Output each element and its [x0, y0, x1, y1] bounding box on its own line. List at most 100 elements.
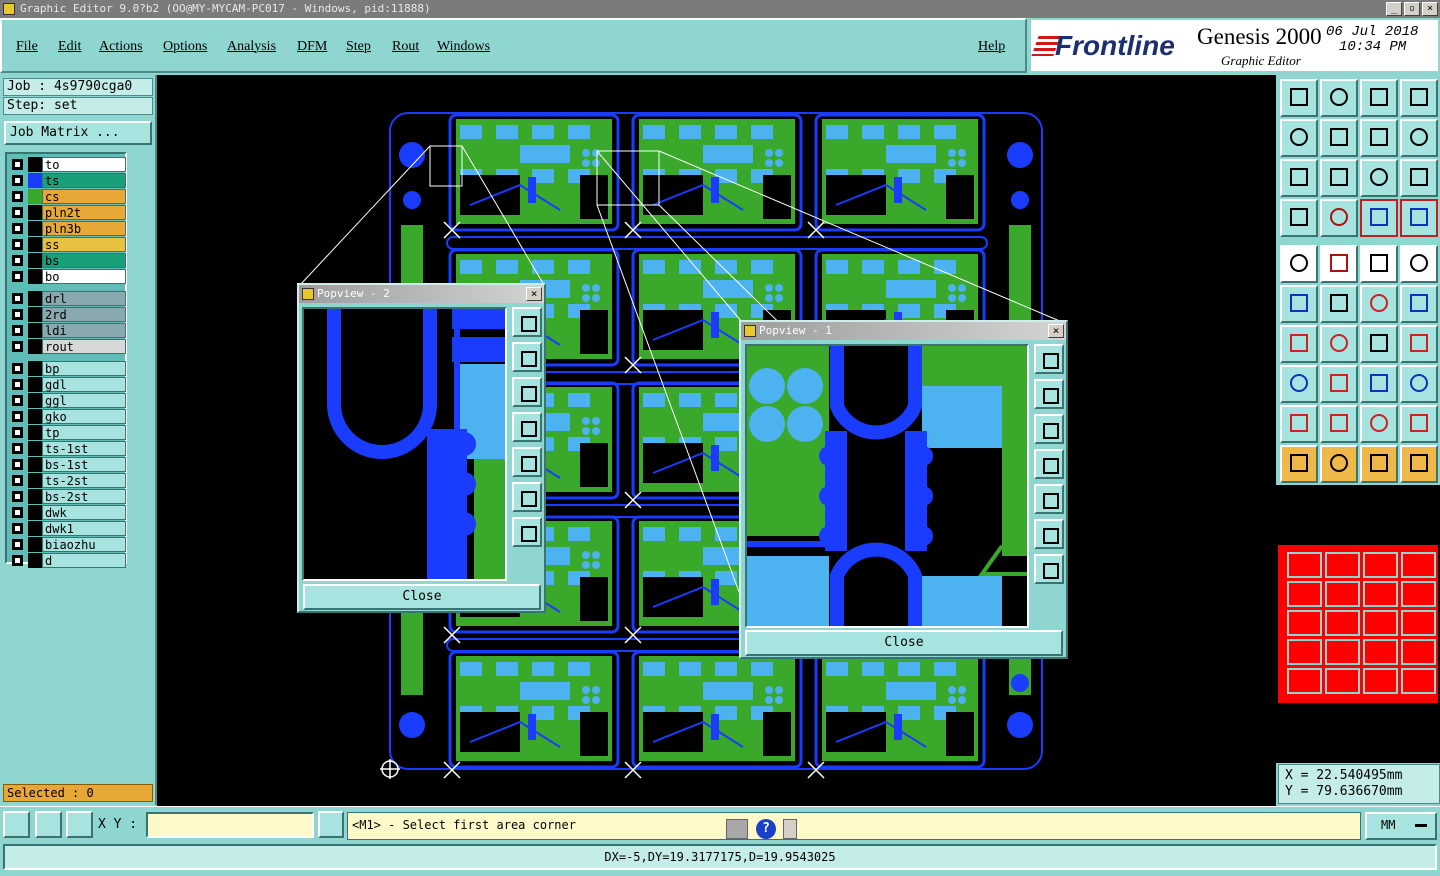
pan-right-icon[interactable] — [1320, 119, 1358, 157]
layer-color-swatch[interactable] — [28, 457, 42, 472]
spin-arrows-icon[interactable] — [783, 819, 797, 839]
layer-checkbox[interactable] — [12, 159, 23, 170]
popview-pan-left-icon[interactable] — [1034, 449, 1064, 479]
layer-checkbox[interactable] — [12, 475, 23, 486]
help-icon[interactable]: ? — [756, 819, 776, 839]
snap-mode-icon[interactable] — [3, 811, 30, 838]
job-matrix-button[interactable]: Job Matrix ... — [4, 121, 152, 145]
layer-name[interactable]: ldi — [42, 323, 126, 338]
layer-color-swatch[interactable] — [28, 157, 42, 172]
layer-row-dwk1[interactable]: dwk1 — [9, 521, 126, 536]
layer-color-swatch[interactable] — [28, 409, 42, 424]
menu-dfm[interactable]: DFM — [297, 39, 327, 55]
popview-pan-right-icon[interactable] — [512, 447, 542, 477]
undo-icon[interactable] — [1360, 119, 1398, 157]
layer-checkbox[interactable] — [12, 539, 23, 550]
diagonal-line-icon[interactable] — [1320, 325, 1358, 363]
pad-add-icon[interactable] — [1280, 245, 1318, 283]
popview-2-titlebar[interactable]: Popview - 2 × — [299, 285, 544, 303]
triangle-edit-icon[interactable] — [1280, 405, 1318, 443]
layer-checkbox[interactable] — [12, 191, 23, 202]
layer-name[interactable]: bs-2st — [42, 489, 126, 504]
layer-tools-icon[interactable] — [1280, 199, 1318, 237]
zoom-window-icon[interactable] — [1320, 79, 1358, 117]
home-view-icon[interactable] — [1280, 79, 1318, 117]
copy-pads-icon[interactable] — [1280, 365, 1318, 403]
menu-step[interactable]: Step — [346, 39, 371, 55]
pointer-net-icon[interactable] — [1400, 445, 1438, 483]
xy-input[interactable] — [146, 812, 314, 838]
layer-name[interactable]: bs — [42, 253, 126, 268]
layer-name[interactable]: bo — [42, 269, 126, 284]
menu-windows[interactable]: Windows — [437, 39, 490, 55]
popview-2-close-button[interactable]: Close — [303, 584, 541, 610]
layer-name[interactable]: gdl — [42, 377, 126, 392]
triangle-fill-icon[interactable] — [1360, 405, 1398, 443]
popview-zoom-in-icon[interactable] — [1034, 519, 1064, 549]
layer-color-swatch[interactable] — [28, 521, 42, 536]
layer-row-2rd[interactable]: 2rd — [9, 307, 126, 322]
layer-name[interactable]: ggl — [42, 393, 126, 408]
menu-edit[interactable]: Edit — [58, 39, 81, 55]
keyboard-icon[interactable] — [726, 819, 748, 839]
zoom-extents-icon[interactable] — [1320, 159, 1358, 197]
cross-select-icon[interactable] — [1320, 285, 1358, 323]
layer-checkbox[interactable] — [12, 175, 23, 186]
layer-row-ts-1st[interactable]: ts-1st — [9, 441, 126, 456]
layer-color-swatch[interactable] — [28, 221, 42, 236]
layer-color-swatch[interactable] — [28, 291, 42, 306]
layer-checkbox[interactable] — [12, 271, 23, 282]
menu-actions[interactable]: Actions — [99, 39, 143, 55]
layer-row-d[interactable]: d — [9, 553, 126, 568]
arc-tool-icon[interactable] — [1360, 285, 1398, 323]
menu-help[interactable]: Help — [978, 39, 1005, 55]
layer-color-swatch[interactable] — [28, 553, 42, 568]
layer-name[interactable]: drl — [42, 291, 126, 306]
layer-name[interactable]: ts-2st — [42, 473, 126, 488]
net-connect-icon[interactable] — [1280, 285, 1318, 323]
layer-checkbox[interactable] — [12, 379, 23, 390]
layer-color-swatch[interactable] — [28, 237, 42, 252]
group-icon[interactable] — [1400, 365, 1438, 403]
board-overview[interactable] — [1276, 485, 1440, 763]
layer-checkbox[interactable] — [12, 523, 23, 534]
measure-mode-icon[interactable] — [35, 811, 62, 838]
layer-color-swatch[interactable] — [28, 339, 42, 354]
layer-name[interactable]: biaozhu — [42, 537, 126, 552]
layer-row-gko[interactable]: gko — [9, 409, 126, 424]
popview-pan-up-icon[interactable] — [512, 342, 542, 372]
layer-checkbox[interactable] — [12, 341, 23, 352]
popview-zoom-out-icon[interactable] — [1034, 554, 1064, 584]
layer-row-bp[interactable]: bp — [9, 361, 126, 376]
layer-checkbox[interactable] — [12, 427, 23, 438]
layer-name[interactable]: d — [42, 553, 126, 568]
features-edit-icon[interactable] — [1400, 199, 1438, 237]
layer-name[interactable]: to — [42, 157, 126, 172]
popview-1-close-icon[interactable]: × — [1048, 324, 1064, 338]
popview-pan-down-icon[interactable] — [512, 377, 542, 407]
layer-color-swatch[interactable] — [28, 361, 42, 376]
layer-row-drl[interactable]: drl — [9, 291, 126, 306]
measure-icon[interactable] — [1360, 365, 1398, 403]
popview-pan-up-icon[interactable] — [1034, 379, 1064, 409]
popview-zoom-out-icon[interactable] — [512, 517, 542, 547]
layer-checkbox[interactable] — [12, 239, 23, 250]
circle-pad-icon[interactable] — [1400, 245, 1438, 283]
popview-1-zoom-area[interactable] — [745, 344, 1029, 628]
layer-checkbox[interactable] — [12, 443, 23, 454]
layer-name[interactable]: dwk1 — [42, 521, 126, 536]
layer-checkbox[interactable] — [12, 395, 23, 406]
popview-zoom-in-icon[interactable] — [512, 482, 542, 512]
close-window-button[interactable]: × — [1422, 2, 1438, 16]
menu-options[interactable]: Options — [163, 39, 207, 55]
layer-row-gdl[interactable]: gdl — [9, 377, 126, 392]
snap-line-icon[interactable] — [1320, 245, 1358, 283]
layer-row-bs[interactable]: bs — [9, 253, 126, 268]
question-icon[interactable] — [1400, 159, 1438, 197]
layer-row-cs[interactable]: cs — [9, 189, 126, 204]
layer-checkbox[interactable] — [12, 293, 23, 304]
pointer-icon[interactable] — [1280, 445, 1318, 483]
menu-file[interactable]: File — [16, 39, 38, 55]
layer-color-swatch[interactable] — [28, 473, 42, 488]
popview-1-close-button[interactable]: Close — [745, 630, 1063, 656]
